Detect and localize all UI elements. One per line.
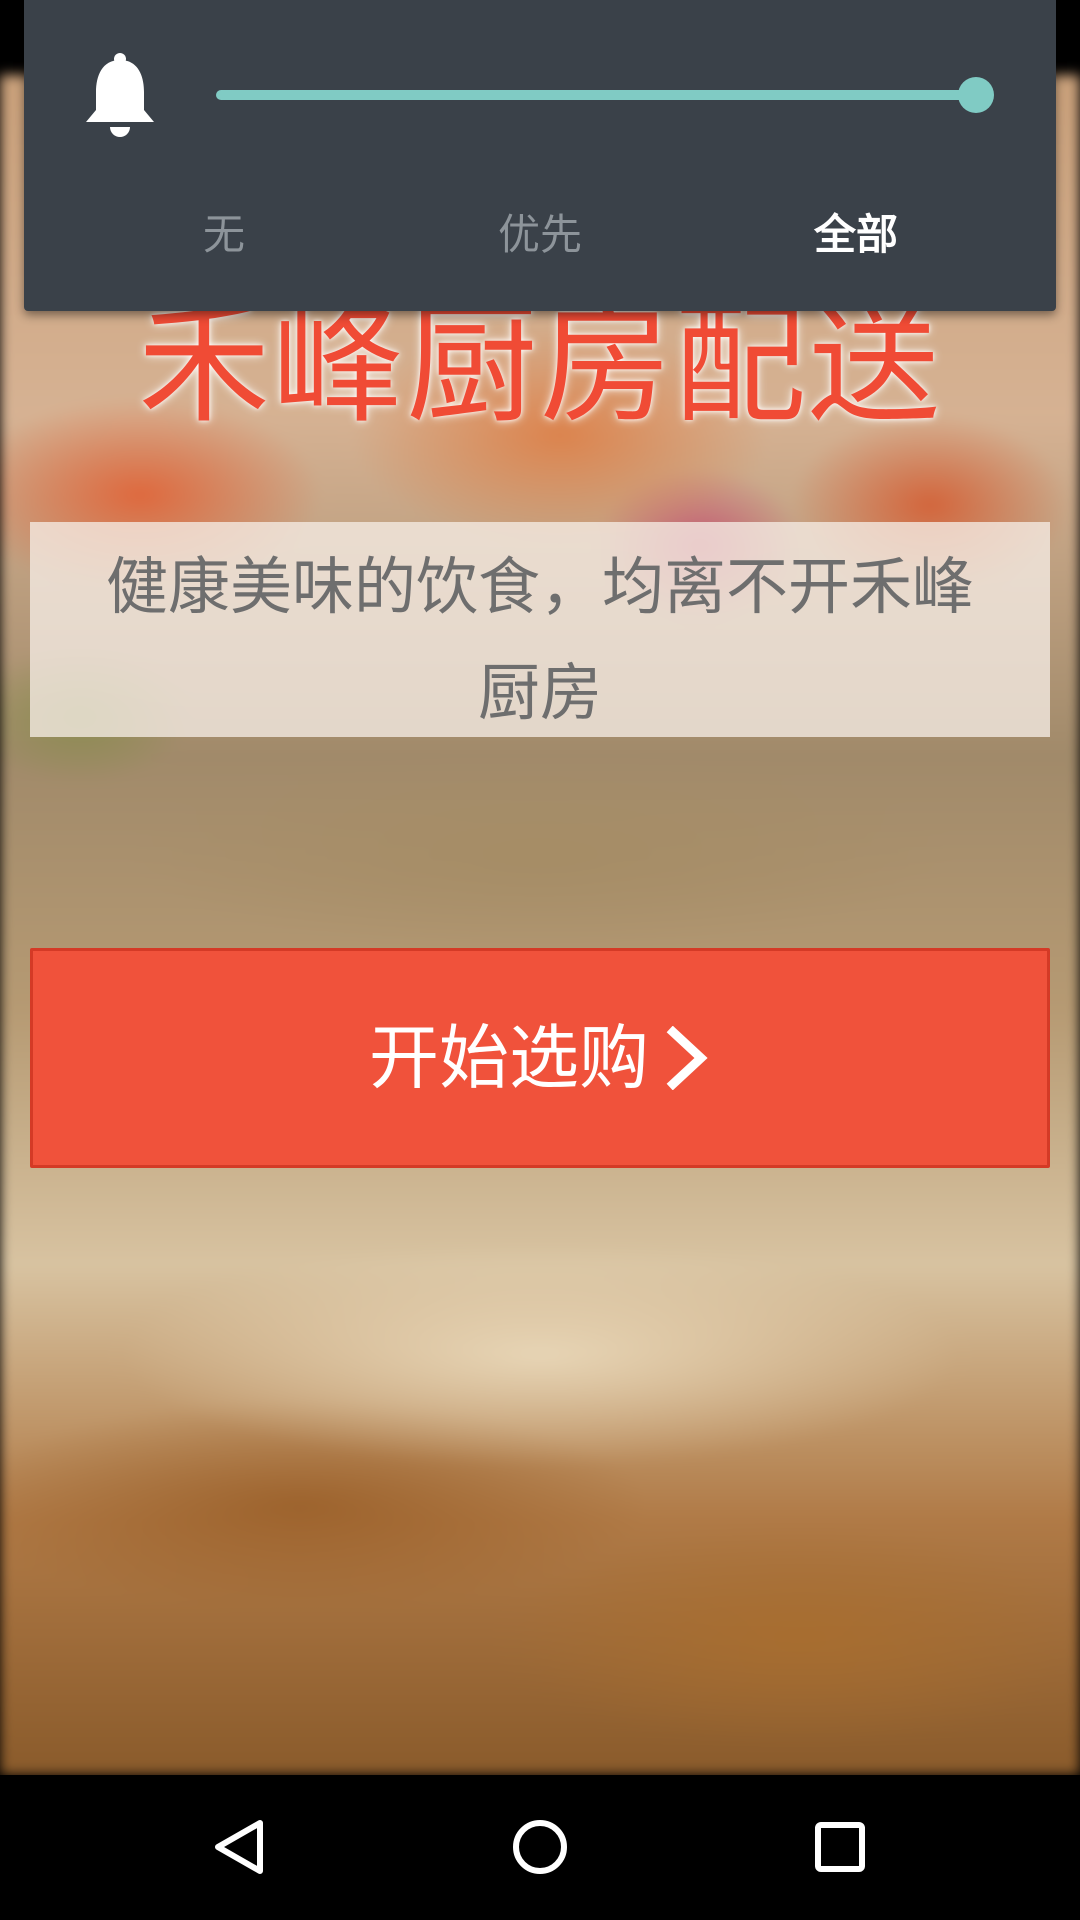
home-icon (513, 1820, 567, 1874)
navigation-bar (0, 1775, 1080, 1920)
mode-option[interactable]: 优先 (440, 200, 640, 270)
volume-slider-thumb[interactable] (958, 77, 994, 113)
recents-icon (815, 1822, 865, 1872)
bell-icon[interactable] (82, 52, 158, 138)
recents-button[interactable] (790, 1797, 890, 1897)
subtitle-text: 健康美味的饮食，均离不开禾峰厨房 (105, 550, 974, 729)
start-shopping-button[interactable]: 开始选购 (30, 948, 1050, 1168)
interruption-mode-row: 无 优先 全部 (24, 200, 1056, 270)
volume-slider-fill (216, 90, 976, 100)
volume-panel: 无 优先 全部 (24, 0, 1056, 311)
mode-option[interactable]: 无 (124, 200, 324, 270)
chevron-right-icon (666, 1026, 708, 1090)
subtitle-box: 健康美味的饮食，均离不开禾峰厨房 (30, 522, 1050, 737)
back-button[interactable] (190, 1797, 290, 1897)
volume-slider-track[interactable] (216, 90, 976, 100)
start-shopping-label: 开始选购 (369, 1017, 649, 1099)
screen: 禾峰厨房配送 健康美味的饮食，均离不开禾峰厨房 开始选购 无 优先 全部 (0, 0, 1080, 1920)
back-icon (215, 1820, 263, 1874)
mode-option[interactable]: 全部 (756, 200, 956, 270)
app-headline: 禾峰厨房配送 (138, 288, 942, 442)
home-button[interactable] (490, 1797, 590, 1897)
